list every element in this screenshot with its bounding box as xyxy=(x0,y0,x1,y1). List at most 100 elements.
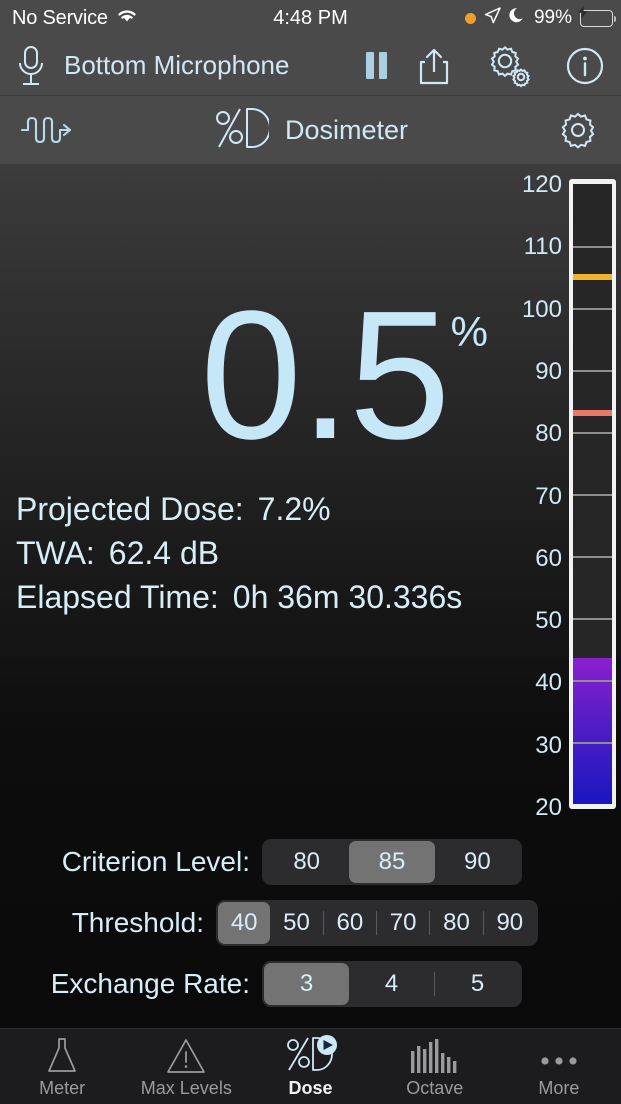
criterion-level-row: Criterion Level: 808590 xyxy=(0,836,621,888)
app-top-bar: Bottom Microphone xyxy=(0,36,621,96)
meter-grid-line xyxy=(573,742,612,744)
info-circle-icon[interactable] xyxy=(549,46,621,86)
percent-d-icon xyxy=(213,106,269,155)
meter-grid-line xyxy=(573,680,612,682)
db-tick-label: 120 xyxy=(510,171,562,199)
segment-option-50[interactable]: 50 xyxy=(270,902,322,944)
db-tick-label: 20 xyxy=(510,794,562,822)
tab-meter[interactable]: Meter xyxy=(0,1029,124,1104)
meter-grid-line xyxy=(573,618,612,620)
ellipsis-icon xyxy=(536,1035,582,1075)
bar-spectrum-icon xyxy=(409,1035,461,1075)
dose-unit: % xyxy=(451,308,488,356)
db-tick-label: 30 xyxy=(510,732,562,760)
db-level-meter: 120 110 100 90 80 70 60 50 40 30 20 xyxy=(510,164,621,824)
db-tick-label: 80 xyxy=(510,420,562,448)
stat-value: 0h 36m 30.336s xyxy=(233,579,463,615)
tab-label: More xyxy=(538,1078,579,1099)
segment-option-5[interactable]: 5 xyxy=(435,963,520,1005)
meter-grid-line xyxy=(573,370,612,372)
dose-reading: 0.5 % xyxy=(0,296,510,453)
dosimeter-settings: Criterion Level: 808590 Threshold: 40506… xyxy=(0,836,621,1019)
tab-label: Meter xyxy=(39,1078,85,1099)
pause-icon[interactable] xyxy=(353,52,399,79)
threshold-label: Threshold: xyxy=(0,907,216,939)
battery-charging-icon xyxy=(580,10,613,27)
tab-max-levels[interactable]: Max Levels xyxy=(124,1029,248,1104)
db-tick-label: 50 xyxy=(510,607,562,635)
share-upload-icon[interactable] xyxy=(399,46,469,86)
stat-projected-dose: Projected Dose: 7.2% xyxy=(16,487,462,531)
segment-option-70[interactable]: 70 xyxy=(377,902,429,944)
funnel-meter-icon xyxy=(42,1035,82,1075)
microphone-icon[interactable] xyxy=(14,44,48,88)
exchange-rate-label: Exchange Rate: xyxy=(0,968,262,1000)
stat-label: TWA: xyxy=(16,535,95,571)
tab-dose[interactable]: Dose xyxy=(248,1029,372,1104)
meter-grid-line xyxy=(573,494,612,496)
app-bar-actions xyxy=(353,44,621,88)
stat-elapsed-time: Elapsed Time: 0h 36m 30.336s xyxy=(16,575,462,619)
segment-option-85[interactable]: 85 xyxy=(349,841,434,883)
db-tick-label: 90 xyxy=(510,358,562,386)
segment-option-3[interactable]: 3 xyxy=(264,963,349,1005)
meter-grid-line xyxy=(573,246,612,248)
threshold-row: Threshold: 405060708090 xyxy=(0,897,621,949)
db-tick-label: 60 xyxy=(510,545,562,573)
stat-label: Projected Dose: xyxy=(16,491,244,527)
segment-option-4[interactable]: 4 xyxy=(349,963,434,1005)
gear-icon[interactable] xyxy=(559,111,597,149)
ios-status-bar: No Service 4:48 PM 99% xyxy=(0,0,621,36)
criterion-level-segmented-control[interactable]: 808590 xyxy=(262,839,522,885)
microphone-label: Bottom Microphone xyxy=(64,50,289,81)
meter-track xyxy=(573,184,612,804)
stat-value: 7.2% xyxy=(258,491,331,527)
segment-option-80[interactable]: 80 xyxy=(264,841,349,883)
exchange-rate-segmented-control[interactable]: 345 xyxy=(262,961,522,1007)
segment-option-40[interactable]: 40 xyxy=(218,902,270,944)
stat-value: 62.4 dB xyxy=(109,535,219,571)
dosimeter-sub-header: Dosimeter xyxy=(0,96,621,164)
tab-more[interactable]: More xyxy=(497,1029,621,1104)
db-tick-label: 100 xyxy=(510,296,562,324)
dosimeter-content: 0.5 % Projected Dose: 7.2% TWA: 62.4 dB El… xyxy=(0,164,621,1028)
max-marker xyxy=(573,410,612,416)
gears-settings-icon[interactable] xyxy=(469,44,549,88)
criterion-level-label: Criterion Level: xyxy=(0,846,262,878)
dose-value: 0.5 xyxy=(200,296,448,453)
crescent-moon-icon xyxy=(509,7,526,30)
db-tick-label: 40 xyxy=(510,669,562,697)
percent-d-play-icon xyxy=(284,1035,338,1075)
stat-label: Elapsed Time: xyxy=(16,579,219,615)
tab-octave[interactable]: Octave xyxy=(373,1029,497,1104)
orange-recording-dot-icon xyxy=(465,13,476,24)
sub-header-title-group: Dosimeter xyxy=(0,106,621,155)
waveform-arrow-icon[interactable] xyxy=(20,114,82,146)
exchange-rate-row: Exchange Rate: 345 xyxy=(0,958,621,1010)
stat-twa: TWA: 62.4 dB xyxy=(16,531,462,575)
meter-grid-line xyxy=(573,432,612,434)
db-axis-ticks: 120 110 100 90 80 70 60 50 40 30 20 xyxy=(510,164,562,824)
db-tick-label: 70 xyxy=(510,483,562,511)
meter-grid-line xyxy=(573,308,612,310)
meter-grid-line xyxy=(573,556,612,558)
segment-option-90[interactable]: 90 xyxy=(484,902,536,944)
battery-percent-label: 99% xyxy=(534,7,572,29)
segment-option-60[interactable]: 60 xyxy=(324,902,376,944)
dose-stats: Projected Dose: 7.2% TWA: 62.4 dB Elapsed … xyxy=(16,487,462,619)
sub-header-title: Dosimeter xyxy=(285,115,408,146)
status-bar-right: 99% xyxy=(465,7,613,30)
peak-marker xyxy=(573,274,612,280)
warning-triangle-icon xyxy=(165,1035,207,1075)
threshold-segmented-control[interactable]: 405060708090 xyxy=(216,900,538,946)
tab-label: Octave xyxy=(406,1078,463,1099)
app-root: No Service 4:48 PM 99% xyxy=(0,0,621,1104)
segment-option-90[interactable]: 90 xyxy=(435,841,520,883)
segment-option-80[interactable]: 80 xyxy=(430,902,482,944)
tab-label: Max Levels xyxy=(141,1078,232,1099)
bottom-tab-bar: Meter Max Levels xyxy=(0,1028,621,1104)
tab-label: Dose xyxy=(289,1078,333,1099)
location-arrow-icon xyxy=(484,7,501,30)
meter-frame xyxy=(569,179,616,809)
db-tick-label: 110 xyxy=(510,233,562,261)
